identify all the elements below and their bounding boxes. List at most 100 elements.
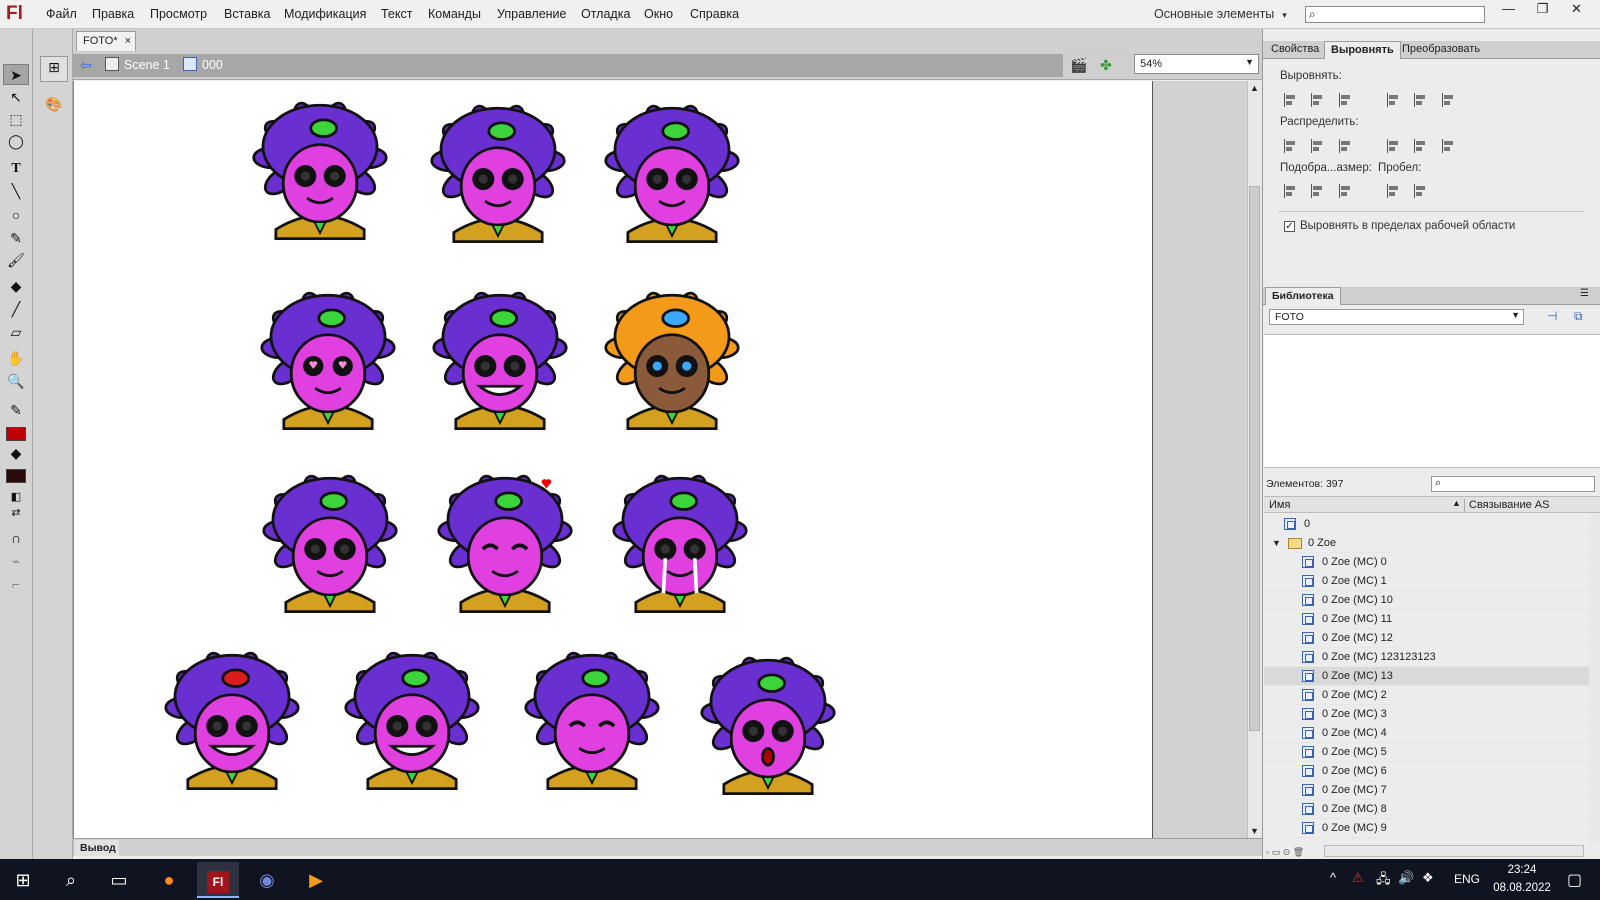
character-face-crying: [612, 474, 748, 613]
movieclip-symbol-icon: [1302, 613, 1314, 625]
discord-icon[interactable]: ◉: [246, 862, 288, 898]
new-library-panel-icon[interactable]: ⧉: [1574, 309, 1583, 324]
clock-date[interactable]: 08.08.2022: [1486, 882, 1558, 894]
character-face-surprised: [700, 656, 836, 795]
panel-menu-icon[interactable]: ☰: [1580, 288, 1589, 299]
library-item[interactable]: 0 Zoe (MC) 13: [1264, 667, 1589, 686]
library-item-name: 0 Zoe (MC) 123123123: [1322, 651, 1436, 663]
sort-asc-icon[interactable]: ▲: [1452, 498, 1461, 508]
library-file-label: FOTO: [1275, 311, 1304, 323]
library-item[interactable]: 0 Zoe (MC) 3: [1264, 705, 1589, 724]
distribute-left-icon[interactable]: [1385, 137, 1403, 155]
library-item-name: 0 Zoe (MC) 1: [1322, 575, 1387, 587]
output-tab[interactable]: Вывод: [75, 840, 119, 856]
notifications-icon[interactable]: ▢: [1567, 870, 1582, 890]
chevron-up-icon[interactable]: ^: [1330, 870, 1336, 885]
library-item[interactable]: 0 Zoe (MC) 12: [1264, 629, 1589, 648]
character-face-smile: [252, 101, 388, 240]
align-top-icon[interactable]: [1385, 91, 1403, 109]
library-item[interactable]: 0 Zoe (MC) 8: [1264, 800, 1589, 819]
movieclip-symbol-icon: [1302, 575, 1314, 587]
library-item[interactable]: 0 Zoe (MC) 9: [1264, 819, 1589, 838]
library-item[interactable]: 0 Zoe (MC) 123123123: [1264, 648, 1589, 667]
library-file-select[interactable]: FOTO ▼: [1269, 309, 1524, 325]
column-linkage[interactable]: Связывание AS: [1464, 499, 1549, 512]
tab-library[interactable]: Библиотека: [1265, 287, 1341, 305]
flash-icon: Fl: [207, 871, 229, 893]
character-face-hearts-closed-eyes: [437, 474, 573, 613]
library-footer-icons[interactable]: ▫ ▭ ⊙ 🗑: [1266, 847, 1304, 858]
movieclip-symbol-icon: [1302, 822, 1314, 834]
flash-taskbar-button[interactable]: Fl: [197, 862, 239, 898]
language-indicator[interactable]: ENG: [1454, 872, 1480, 886]
network-icon[interactable]: 🖧: [1376, 870, 1391, 892]
library-item-name: 0 Zoe (MC) 7: [1322, 784, 1387, 796]
distribute-hcenter-icon[interactable]: [1412, 137, 1430, 155]
tab-align[interactable]: Выровнять: [1324, 41, 1401, 59]
library-item-name: 0 Zoe (MC) 4: [1322, 727, 1387, 739]
library-item-name: 0 Zoe (MC) 2: [1322, 689, 1387, 701]
library-search-input[interactable]: ⌕: [1431, 476, 1595, 492]
distribute-vcenter-icon[interactable]: [1309, 137, 1327, 155]
align-to-stage-label: Выровнять в пределах рабочей области: [1300, 220, 1516, 232]
divider: [1278, 211, 1584, 212]
column-name[interactable]: Имя: [1269, 499, 1290, 511]
character-face-blush: [604, 104, 740, 243]
library-item[interactable]: ▼ 0 Zoe: [1264, 534, 1589, 553]
align-label: Выровнять:: [1280, 70, 1342, 82]
movieclip-symbol-icon: [1302, 803, 1314, 815]
distribute-right-icon[interactable]: [1440, 137, 1458, 155]
library-item[interactable]: 0 Zoe (MC) 4: [1264, 724, 1589, 743]
library-item[interactable]: 0 Zoe (MC) 10: [1264, 591, 1589, 610]
library-item[interactable]: 0: [1264, 515, 1589, 534]
character-face-heart-eyes: [260, 291, 396, 430]
library-scrollbar[interactable]: [1589, 513, 1600, 843]
clock-time[interactable]: 23:24: [1490, 864, 1554, 876]
checkmark-icon: ✓: [1285, 221, 1294, 232]
pin-library-icon[interactable]: ⊣: [1547, 309, 1557, 323]
movieclip-symbol-icon: [1302, 689, 1314, 701]
match-width-icon[interactable]: [1282, 182, 1300, 200]
library-item[interactable]: 0 Zoe (MC) 7: [1264, 781, 1589, 800]
tab-transform[interactable]: Преобразовать: [1396, 41, 1486, 59]
space-vertical-icon[interactable]: [1385, 182, 1403, 200]
match-height-icon[interactable]: [1309, 182, 1327, 200]
movieclip-symbol-icon: [1302, 708, 1314, 720]
library-item[interactable]: 0 Zoe (MC) 11: [1264, 610, 1589, 629]
align-hcenter-icon[interactable]: [1309, 91, 1327, 109]
task-view-icon[interactable]: ▭: [98, 862, 140, 898]
align-left-icon[interactable]: [1282, 91, 1300, 109]
video-player-icon[interactable]: ▶: [295, 862, 337, 898]
dropbox-icon[interactable]: ❖: [1422, 870, 1434, 886]
search-icon[interactable]: ⌕: [50, 862, 92, 898]
library-item[interactable]: 0 Zoe (MC) 2: [1264, 686, 1589, 705]
align-to-stage-checkbox[interactable]: ✓: [1284, 221, 1295, 232]
library-item[interactable]: 0 Zoe (MC) 0: [1264, 553, 1589, 572]
library-item[interactable]: 0 Zoe (MC) 6: [1264, 762, 1589, 781]
library-horizontal-scrollbar[interactable]: [1324, 845, 1584, 857]
align-vcenter-icon[interactable]: [1412, 91, 1430, 109]
expand-folder-icon[interactable]: ▼: [1272, 538, 1281, 548]
match-both-icon[interactable]: [1337, 182, 1355, 200]
firefox-icon[interactable]: ●: [148, 862, 190, 898]
movieclip-symbol-icon: [1302, 651, 1314, 663]
tab-properties[interactable]: Свойства: [1265, 41, 1325, 59]
library-item[interactable]: 0 Zoe (MC) 5: [1264, 743, 1589, 762]
windows-start-icon[interactable]: ⊞: [2, 862, 44, 898]
library-item-name: 0: [1304, 518, 1311, 530]
volume-icon[interactable]: 🔊: [1398, 870, 1414, 886]
character-face-wink-smile: [524, 651, 660, 790]
distribute-top-icon[interactable]: [1282, 137, 1300, 155]
character-face-wide-grin: [432, 291, 568, 430]
movieclip-symbol-icon: [1302, 670, 1314, 682]
distribute-bottom-icon[interactable]: [1337, 137, 1355, 155]
space-horizontal-icon[interactable]: [1412, 182, 1430, 200]
folder-icon: [1288, 538, 1302, 549]
movieclip-symbol-icon: [1302, 727, 1314, 739]
character-face-angry-red-gem: [164, 651, 300, 790]
align-bottom-icon[interactable]: [1440, 91, 1458, 109]
align-right-icon[interactable]: [1337, 91, 1355, 109]
library-item[interactable]: 0 Zoe (MC) 1: [1264, 572, 1589, 591]
library-item-name: 0 Zoe (MC) 3: [1322, 708, 1387, 720]
security-icon[interactable]: ⚠: [1352, 870, 1364, 886]
